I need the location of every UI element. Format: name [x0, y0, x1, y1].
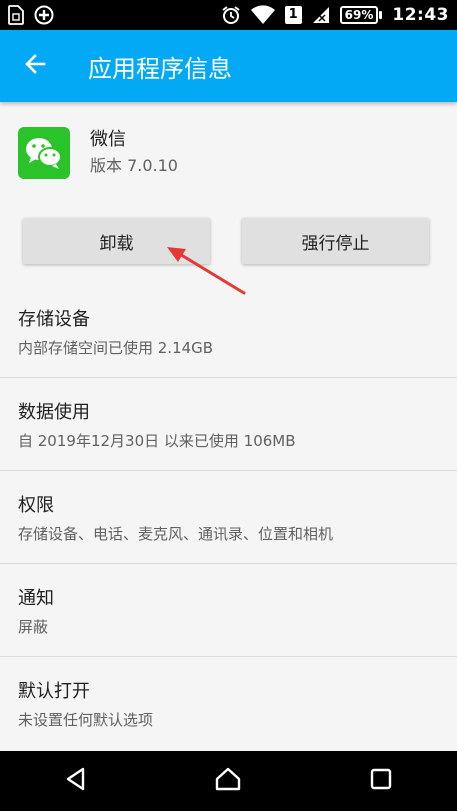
- alarm-icon: [221, 5, 241, 25]
- sim-card-icon: [8, 5, 24, 25]
- settings-item-subtitle: 存储设备、电话、麦克风、通讯录、位置和相机: [18, 525, 334, 543]
- home-icon: [214, 766, 242, 796]
- sim-slot-badge: 1: [284, 6, 302, 24]
- settings-item-title: 存储设备: [18, 309, 90, 330]
- page-title: 应用程序信息: [88, 54, 232, 83]
- app-bar: 应用程序信息: [0, 30, 457, 102]
- nav-back-button[interactable]: [46, 751, 106, 811]
- wechat-icon: [18, 127, 70, 179]
- settings-item-notifications[interactable]: 通知 屏蔽: [0, 564, 457, 657]
- wifi-icon: [250, 5, 275, 25]
- status-time: 12:43: [392, 5, 449, 25]
- app-name: 微信: [90, 129, 126, 150]
- settings-item-subtitle: 内部存储空间已使用 2.14GB: [18, 339, 214, 357]
- signal-icon: [312, 6, 330, 24]
- settings-item-title: 数据使用: [18, 402, 90, 423]
- recents-icon: [369, 767, 393, 795]
- settings-item-data-usage[interactable]: 数据使用 自 2019年12月30日 以来已使用 106MB: [0, 378, 457, 471]
- back-icon: [63, 766, 89, 796]
- settings-list: 存储设备 内部存储空间已使用 2.14GB 数据使用 自 2019年12月30日…: [0, 285, 457, 750]
- app-text: 微信 版本 7.0.10: [90, 128, 178, 178]
- back-button[interactable]: [0, 30, 70, 102]
- status-bar-left: [8, 5, 54, 25]
- settings-item-subtitle: 自 2019年12月30日 以来已使用 106MB: [18, 432, 296, 450]
- nav-recents-button[interactable]: [351, 751, 411, 811]
- nav-home-button[interactable]: [198, 751, 258, 811]
- uninstall-button[interactable]: 卸载: [23, 218, 210, 264]
- settings-item-open-by-default[interactable]: 默认打开 未设置任何默认选项: [0, 657, 457, 750]
- arrow-left-icon: [23, 52, 47, 80]
- app-version: 版本 7.0.10: [90, 156, 178, 175]
- status-bar: 1 69% 12:43: [0, 0, 457, 30]
- battery-tip: [379, 11, 383, 19]
- app-info-header: 微信 版本 7.0.10: [18, 126, 178, 180]
- status-bar-right: 1 69% 12:43: [221, 5, 449, 25]
- add-circle-icon: [34, 5, 54, 25]
- battery-indicator: 69%: [339, 6, 383, 24]
- force-stop-button[interactable]: 强行停止: [242, 218, 429, 264]
- battery-level: 69%: [339, 6, 379, 24]
- settings-item-storage[interactable]: 存储设备 内部存储空间已使用 2.14GB: [0, 285, 457, 378]
- settings-item-title: 权限: [18, 495, 54, 516]
- navigation-bar: [0, 751, 457, 811]
- settings-item-permissions[interactable]: 权限 存储设备、电话、麦克风、通讯录、位置和相机: [0, 471, 457, 564]
- settings-item-title: 默认打开: [18, 681, 90, 702]
- settings-item-subtitle: 未设置任何默认选项: [18, 711, 154, 729]
- settings-item-subtitle: 屏蔽: [18, 618, 49, 636]
- settings-item-title: 通知: [18, 588, 54, 609]
